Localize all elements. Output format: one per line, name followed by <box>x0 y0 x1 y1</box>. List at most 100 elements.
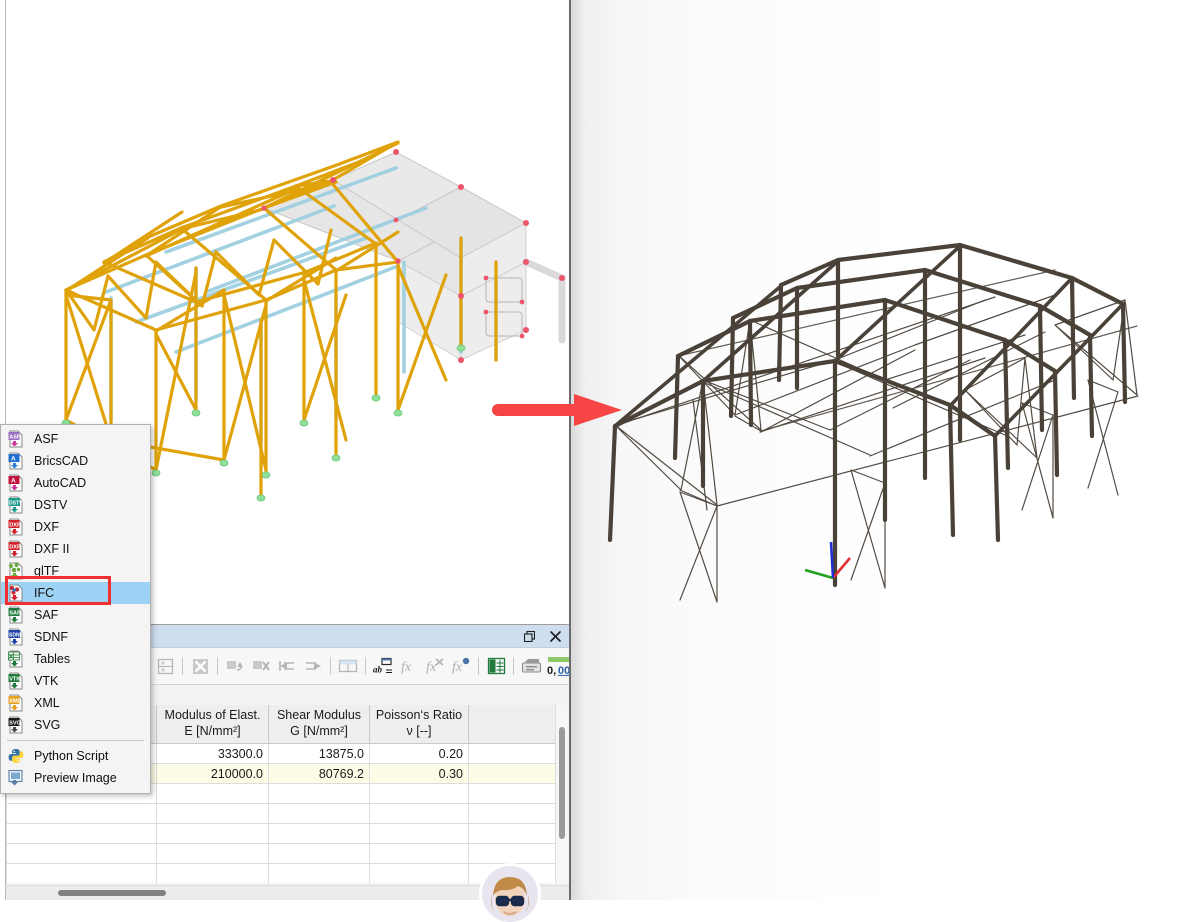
cell-empty[interactable] <box>268 783 370 804</box>
menu-item-svg[interactable]: SVG SVG <box>1 714 150 736</box>
text-format-icon[interactable]: ab <box>370 653 396 679</box>
insert-row-icon[interactable] <box>222 653 248 679</box>
cell-empty[interactable] <box>6 843 157 864</box>
cell-empty[interactable] <box>468 783 558 804</box>
decimal-places-icon[interactable]: 0, 00 <box>544 653 569 679</box>
column-header-shear-modulus[interactable]: Shear Modulus G [N/mm²] <box>268 705 370 744</box>
menu-item-sdnf[interactable]: SDNF SDNF <box>1 626 150 648</box>
export-excel-icon[interactable] <box>483 653 509 679</box>
saf-file-icon: SAF <box>7 606 25 624</box>
bricscad-file-icon: A <box>7 452 25 470</box>
menu-item-asf[interactable]: ASF ASF <box>1 428 150 450</box>
print-table-icon[interactable] <box>518 653 544 679</box>
delete-row-icon[interactable] <box>248 653 274 679</box>
cell-empty[interactable] <box>468 823 558 844</box>
menu-item-tables[interactable]: X Tables <box>1 648 150 670</box>
ifc-model-viewport[interactable] <box>585 240 1185 680</box>
svg-text:fx: fx <box>452 660 463 675</box>
menu-item-preview-image[interactable]: Preview Image <box>1 767 150 789</box>
menu-item-dxf[interactable]: DXF DXF <box>1 516 150 538</box>
menu-item-dxf-ii[interactable]: DXF DXF II <box>1 538 150 560</box>
menu-item-label: AutoCAD <box>34 476 87 490</box>
scrollbar-thumb[interactable] <box>559 727 565 839</box>
coordinate-axis-triad <box>804 541 851 580</box>
column-header-extra[interactable] <box>468 705 558 744</box>
cell-empty[interactable] <box>369 783 469 804</box>
svg-file-icon: SVG <box>7 716 25 734</box>
table-row-empty[interactable] <box>6 823 569 844</box>
cell-empty[interactable] <box>268 823 370 844</box>
cell-empty[interactable] <box>156 823 269 844</box>
edit-formula-icon[interactable]: fx <box>448 653 474 679</box>
ifc-file-icon <box>7 584 25 602</box>
delete-formula-icon[interactable]: fx <box>422 653 448 679</box>
close-icon[interactable] <box>547 628 563 644</box>
menu-separator <box>7 740 144 741</box>
cell-empty[interactable] <box>268 863 370 883</box>
cell-empty[interactable] <box>156 783 269 804</box>
table-vertical-scrollbar[interactable] <box>555 705 569 883</box>
cell-empty[interactable] <box>268 843 370 864</box>
move-right-icon[interactable] <box>300 653 326 679</box>
svg-text:SAF: SAF <box>9 610 21 616</box>
cell-poisson[interactable]: 0.30 <box>369 763 469 784</box>
svg-text:DXF: DXF <box>9 544 21 550</box>
export-format-menu[interactable]: ASF ASF A BricsCAD A AutoCAD DSTV DSTV D… <box>0 424 151 794</box>
scrollbar-thumb[interactable] <box>58 890 166 896</box>
menu-item-label: XML <box>34 696 60 710</box>
cell-shear[interactable]: 80769.2 <box>268 763 370 784</box>
svg-text:A: A <box>11 456 16 463</box>
dxf-file-icon: DXF <box>7 518 25 536</box>
restore-icon[interactable] <box>521 628 537 644</box>
cell-extra[interactable] <box>468 743 558 764</box>
cell-modulus[interactable]: 33300.0 <box>156 743 269 764</box>
cell-empty[interactable] <box>369 823 469 844</box>
formula-icon[interactable]: fx <box>396 653 422 679</box>
cell-extra[interactable] <box>468 763 558 784</box>
preview-image-icon <box>7 769 25 787</box>
menu-item-gltf[interactable]: glTF <box>1 560 150 582</box>
table-layout-icon[interactable] <box>335 653 361 679</box>
table-row-empty[interactable] <box>6 843 569 864</box>
move-left-icon[interactable] <box>274 653 300 679</box>
header-label-line2: E [N/mm²] <box>184 724 241 738</box>
cell-empty[interactable] <box>156 863 269 883</box>
cell-poisson[interactable]: 0.20 <box>369 743 469 764</box>
menu-item-xml[interactable]: XML XML <box>1 692 150 714</box>
cell-empty[interactable] <box>369 863 469 883</box>
delete-all-icon[interactable] <box>187 653 213 679</box>
menu-item-label: SVG <box>34 718 61 732</box>
menu-item-ifc[interactable]: IFC <box>1 582 150 604</box>
table-row-empty[interactable] <box>6 803 569 824</box>
menu-item-vtk[interactable]: VTK VTK <box>1 670 150 692</box>
column-header-poisson-ratio[interactable]: Poisson‘s Ratio ν [--] <box>369 705 469 744</box>
cell-shear[interactable]: 13875.0 <box>268 743 370 764</box>
menu-item-saf[interactable]: SAF SAF <box>1 604 150 626</box>
cell-empty[interactable] <box>468 803 558 824</box>
cell-empty[interactable] <box>369 843 469 864</box>
toolbar-separator <box>478 657 479 675</box>
menu-item-autocad[interactable]: A AutoCAD <box>1 472 150 494</box>
menu-item-dstv[interactable]: DSTV DSTV <box>1 494 150 516</box>
cell-empty[interactable] <box>6 823 157 844</box>
svg-text:0,: 0, <box>547 665 556 676</box>
cell-modulus[interactable]: 210000.0 <box>156 763 269 784</box>
cell-empty[interactable] <box>6 863 157 883</box>
cell-empty[interactable] <box>268 803 370 824</box>
svg-text:fx: fx <box>401 660 412 675</box>
cell-empty[interactable] <box>468 843 558 864</box>
toolbar-separator <box>182 657 183 675</box>
svg-text:fx: fx <box>426 660 437 675</box>
table-settings-icon[interactable] <box>152 653 178 679</box>
cell-empty[interactable] <box>6 803 157 824</box>
gltf-file-icon <box>7 562 25 580</box>
cell-empty[interactable] <box>156 843 269 864</box>
menu-item-bricscad[interactable]: A BricsCAD <box>1 450 150 472</box>
menu-item-python-script[interactable]: Python Script <box>1 745 150 767</box>
column-header-modulus[interactable]: Modulus of Elast. E [N/mm²] <box>156 705 269 744</box>
cell-empty[interactable] <box>369 803 469 824</box>
menu-item-label: DXF <box>34 520 59 534</box>
cell-empty[interactable] <box>156 803 269 824</box>
menu-item-label: DXF II <box>34 542 70 556</box>
support-chat-avatar[interactable] <box>482 866 538 922</box>
